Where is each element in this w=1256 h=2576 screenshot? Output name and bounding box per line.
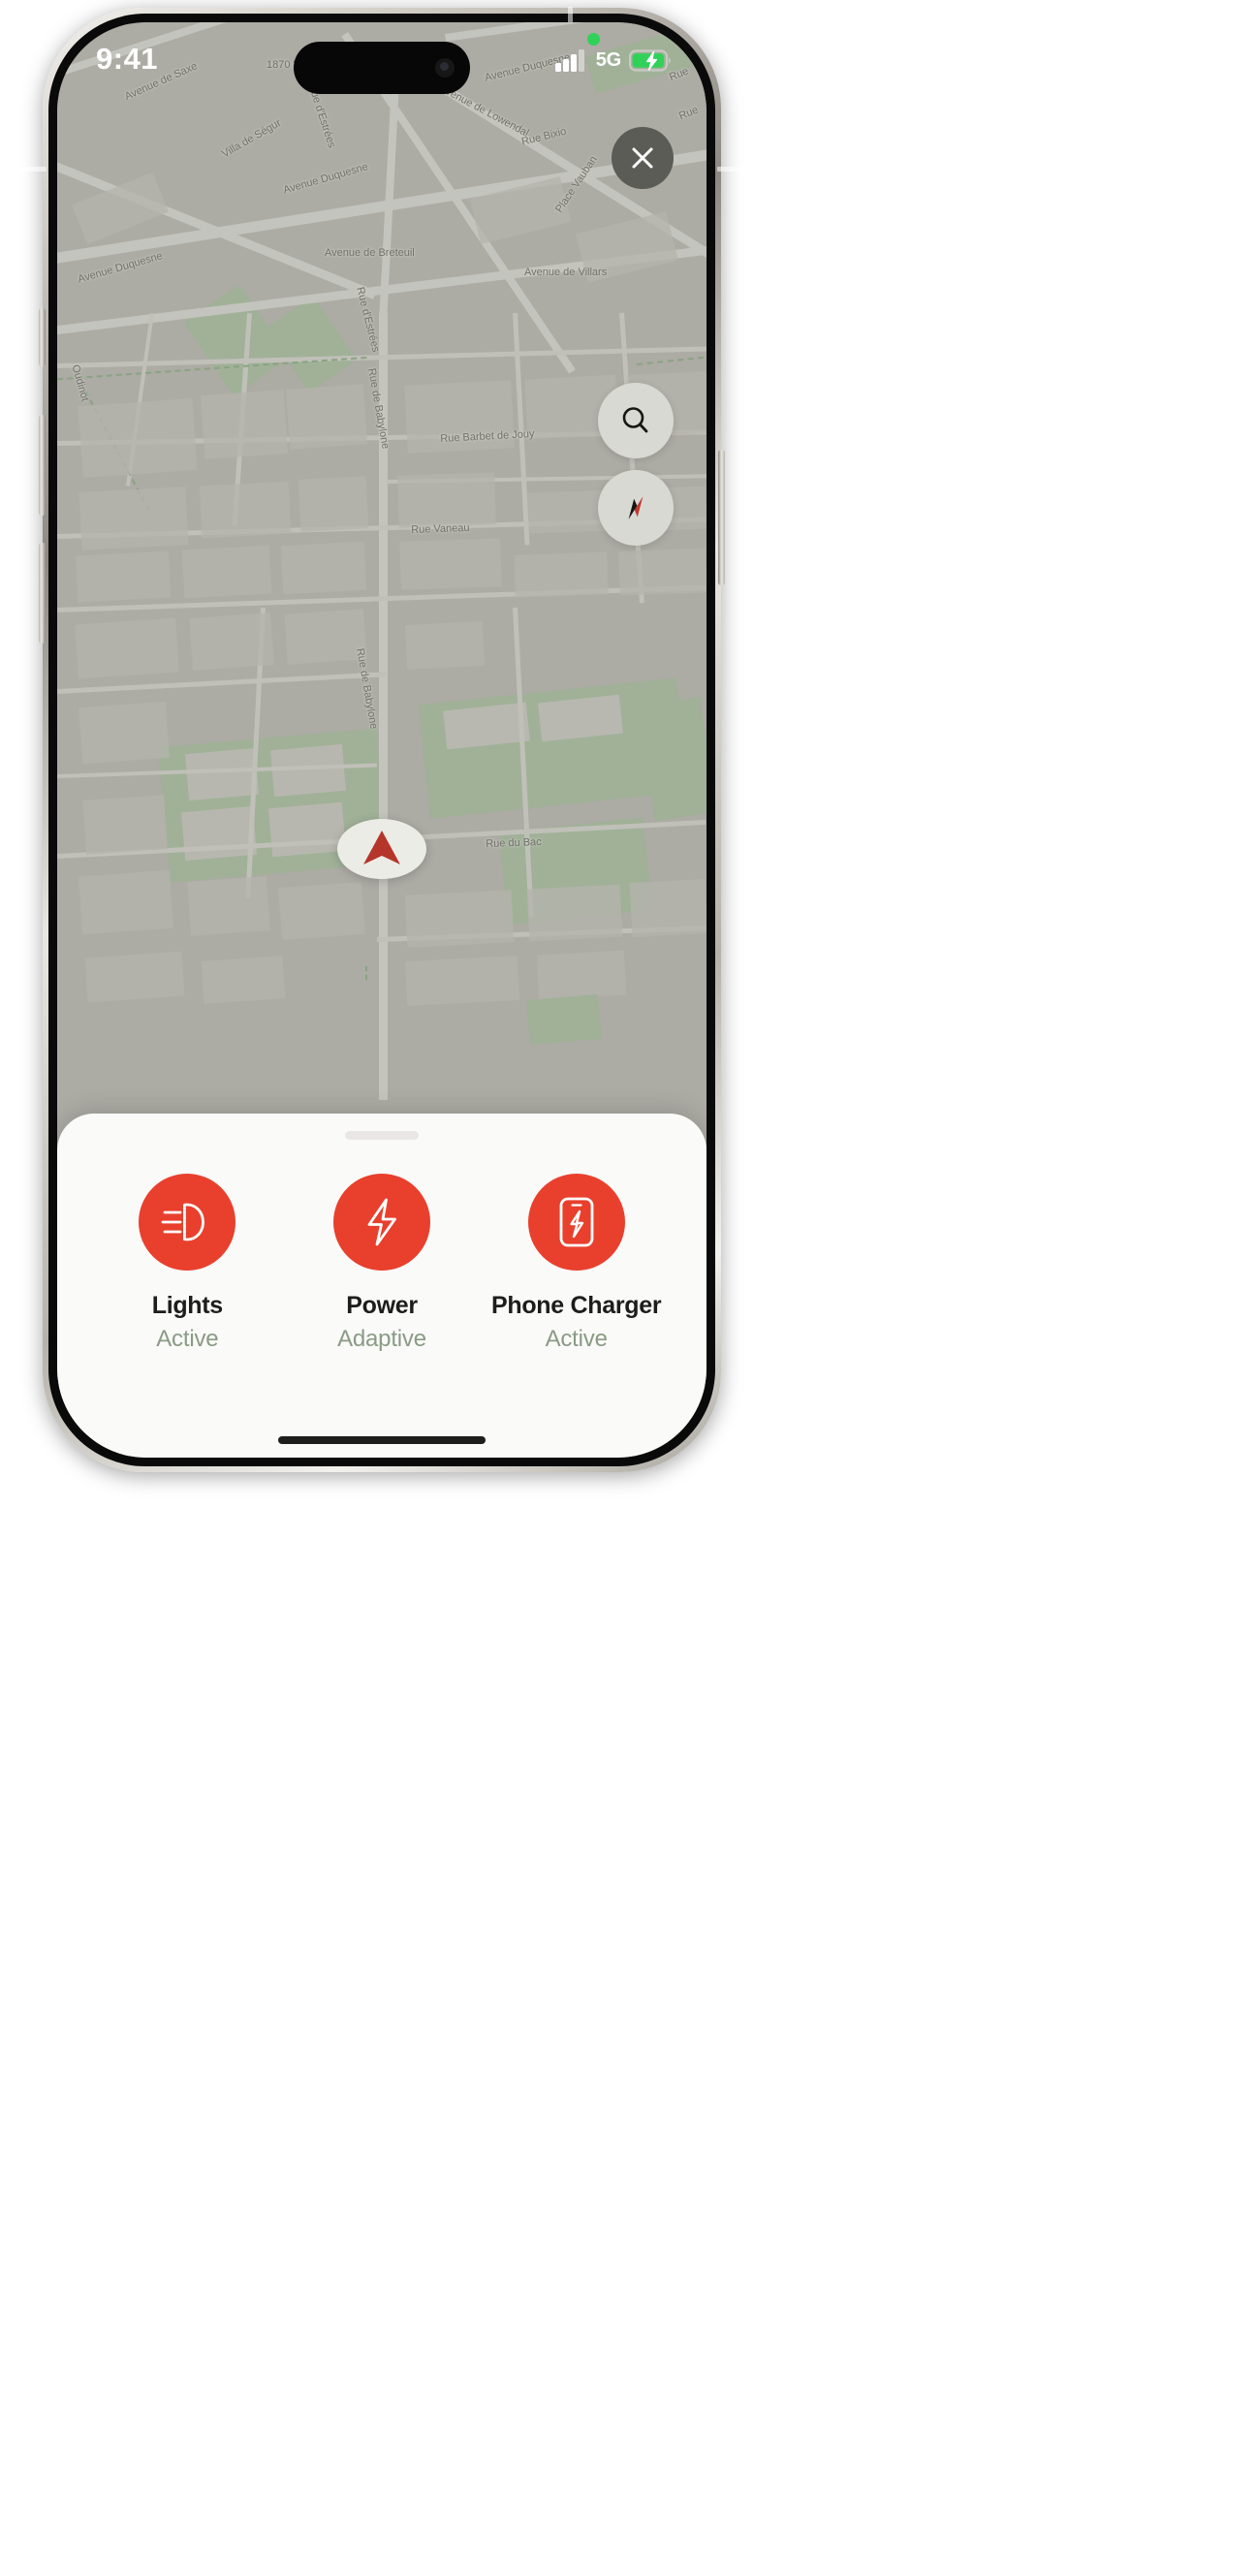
- map-block: [270, 743, 346, 798]
- phone-screen: 1870 War MemorialAvenue de SaxeRue d'Est…: [57, 22, 706, 1458]
- map-block: [78, 869, 173, 935]
- headlight-icon: [161, 1203, 205, 1241]
- tile-state: Active: [545, 1326, 608, 1352]
- map-block: [404, 890, 515, 948]
- map-label: Avenue de Villars: [524, 267, 608, 278]
- map-block: [78, 701, 170, 765]
- park-area: [638, 697, 706, 821]
- controls-bottom-sheet: Lights Active Power Adaptive Phone Charg…: [57, 1114, 706, 1458]
- tile-title: Lights: [151, 1292, 224, 1319]
- search-button[interactable]: [598, 383, 674, 458]
- close-button[interactable]: [612, 127, 674, 189]
- antenna-band-left: [14, 167, 47, 172]
- map-block: [189, 613, 274, 671]
- map-block: [298, 476, 369, 532]
- dynamic-island: [294, 42, 470, 94]
- map-block: [514, 551, 609, 598]
- tile-title: Phone Charger: [490, 1292, 662, 1319]
- navigation-arrow-icon: [363, 831, 400, 864]
- phone-charger-icon-circle[interactable]: [527, 1174, 625, 1271]
- map-block: [267, 801, 347, 858]
- map-block: [200, 390, 289, 459]
- map-block: [629, 878, 706, 938]
- status-icons: 5G: [554, 48, 672, 72]
- map-block: [285, 384, 368, 450]
- map-block: [618, 548, 706, 596]
- volume-up-button[interactable]: [39, 415, 46, 516]
- antenna-band-right: [717, 167, 750, 172]
- tile-phone-charger[interactable]: Phone Charger Active: [486, 1174, 668, 1353]
- home-indicator[interactable]: [278, 1436, 486, 1444]
- map-block: [75, 550, 172, 603]
- tile-power[interactable]: Power Adaptive: [291, 1174, 473, 1353]
- map-block: [199, 481, 292, 539]
- map-block: [187, 876, 270, 936]
- network-type-label: 5G: [595, 48, 621, 71]
- park-area: [265, 296, 358, 393]
- power-icon-circle[interactable]: [332, 1174, 430, 1271]
- front-camera-icon: [435, 58, 455, 78]
- compass-button[interactable]: [598, 470, 674, 546]
- close-x-icon: [632, 147, 653, 169]
- lightning-bolt-icon: [367, 1198, 396, 1246]
- map-label: Rue Vaneau: [411, 521, 470, 536]
- map-block: [82, 795, 168, 855]
- screenshot-root: 1870 War MemorialAvenue de SaxeRue d'Est…: [0, 0, 1256, 2576]
- phone-charging-icon: [559, 1197, 594, 1247]
- sheet-drag-handle[interactable]: [345, 1131, 419, 1140]
- status-time: 9:41: [96, 42, 159, 76]
- map-label: Avenue de Breteuil: [325, 247, 415, 259]
- map-block: [536, 950, 627, 1000]
- park-area: [526, 993, 602, 1046]
- map-block: [280, 541, 367, 595]
- map-block: [84, 951, 185, 1003]
- location-marker[interactable]: [337, 819, 426, 879]
- tile-lights[interactable]: Lights Active: [96, 1174, 278, 1353]
- map-block: [78, 487, 189, 550]
- search-icon: [622, 407, 648, 433]
- map-block: [399, 538, 502, 590]
- recording-indicator-icon: [587, 33, 600, 46]
- lights-icon-circle[interactable]: [139, 1174, 236, 1271]
- tile-state: Active: [156, 1326, 219, 1352]
- footpath: [365, 966, 367, 980]
- map-block: [181, 545, 272, 599]
- volume-down-button[interactable]: [39, 543, 46, 644]
- silent-switch[interactable]: [39, 308, 46, 366]
- map-block: [278, 882, 365, 940]
- map-block: [397, 472, 496, 528]
- map-block: [201, 956, 286, 1004]
- map-block: [75, 617, 179, 679]
- map-block: [404, 620, 486, 671]
- map-block: [180, 805, 258, 862]
- power-button[interactable]: [718, 450, 725, 585]
- map-block: [526, 884, 623, 942]
- footpath: [637, 355, 706, 365]
- map-label: Rue du Bac: [486, 835, 542, 850]
- tile-title: Power: [346, 1292, 418, 1319]
- map-block: [404, 955, 520, 1007]
- compass-needle-icon: [628, 496, 644, 519]
- cellular-signal-icon: [554, 49, 584, 72]
- map-block: [78, 397, 198, 479]
- map-block: [185, 747, 259, 801]
- control-tiles: Lights Active Power Adaptive Phone Charg…: [57, 1174, 706, 1353]
- tile-state: Adaptive: [337, 1326, 426, 1352]
- battery-charging-icon: [629, 48, 671, 72]
